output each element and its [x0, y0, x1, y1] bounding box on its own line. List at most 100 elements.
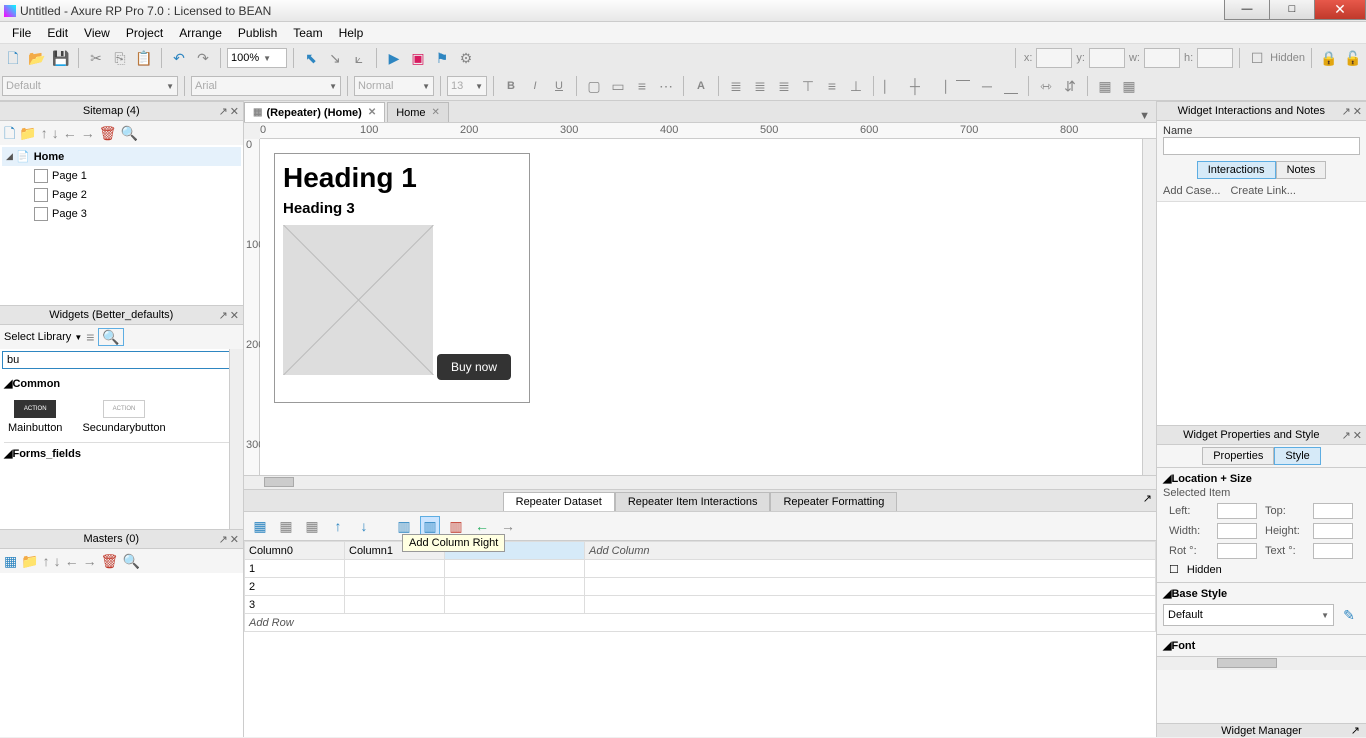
widget-secundarybutton[interactable]: ACTION Secundarybutton	[82, 400, 165, 434]
library-options-icon[interactable]: ≡	[86, 330, 94, 344]
align-center-button[interactable]: ≣	[749, 75, 771, 97]
panel-close-icon[interactable]: ✕	[1353, 105, 1362, 118]
menu-publish[interactable]: Publish	[230, 23, 285, 43]
font-weight-combo[interactable]: Normal▼	[354, 76, 434, 96]
master-search-icon[interactable]: 🔍	[122, 554, 139, 568]
back-button[interactable]: ▦	[1118, 75, 1140, 97]
canvas[interactable]: Heading 1 Heading 3 5 € Buy now	[260, 139, 1156, 475]
dataset-table[interactable]: Column0 Column1 Add Column 1 2 3 Add Row	[244, 540, 1156, 737]
align-left-button[interactable]: ≣	[725, 75, 747, 97]
add-page-icon[interactable]: 🗋	[4, 126, 15, 140]
width-input[interactable]	[1217, 523, 1257, 539]
lock-button[interactable]: 🔒	[1318, 47, 1340, 69]
master-move-up-icon[interactable]: ↑	[43, 554, 50, 568]
search-icon[interactable]: 🔍	[120, 126, 137, 140]
master-delete-icon[interactable]: 🗑	[101, 554, 119, 568]
textrot-input[interactable]	[1313, 543, 1353, 559]
section-base-style[interactable]: ◢ Base Style	[1163, 587, 1360, 600]
widget-mainbutton[interactable]: ACTION Mainbutton	[8, 400, 62, 434]
delete-row-icon[interactable]: ▦	[276, 516, 296, 536]
pos-w-field[interactable]	[1144, 48, 1180, 68]
add-col-right-icon[interactable]: ▥	[420, 516, 440, 536]
obj-align-left-button[interactable]: ⎸	[880, 75, 902, 97]
col-left-icon[interactable]: ←	[472, 516, 492, 536]
add-column-cell[interactable]: Add Column	[585, 542, 1156, 560]
publish-button[interactable]: ⚑	[431, 47, 453, 69]
preview-button[interactable]: ▶	[383, 47, 405, 69]
font-size-combo[interactable]: 13▼	[447, 76, 487, 96]
panel-close-icon[interactable]: ✕	[230, 533, 239, 546]
zoom-combo[interactable]: 100%▼	[227, 48, 287, 68]
master-move-down-icon[interactable]: ↓	[54, 554, 61, 568]
tree-node-home[interactable]: ◢📄 Home	[2, 147, 241, 166]
master-indent-icon[interactable]: →	[83, 554, 97, 568]
canvas-vscroll[interactable]	[1142, 139, 1156, 475]
tree-node-page2[interactable]: Page 2	[2, 185, 241, 204]
tab-properties[interactable]: Properties	[1202, 447, 1274, 465]
valign-top-button[interactable]: ⊤	[797, 75, 819, 97]
share-button[interactable]: ▣	[407, 47, 429, 69]
obj-align-bot-button[interactable]: ⎽	[1000, 75, 1022, 97]
hidden-checkbox[interactable]: ☐	[1246, 47, 1268, 69]
move-down-icon[interactable]: ↓	[52, 126, 59, 140]
canvas-hscroll[interactable]	[244, 475, 1156, 489]
top-input[interactable]	[1313, 503, 1353, 519]
repeater-widget[interactable]: Heading 1 Heading 3 5 € Buy now	[274, 153, 530, 403]
hidden-checkbox[interactable]: ☐	[1169, 563, 1179, 576]
master-outdent-icon[interactable]: ←	[65, 554, 79, 568]
create-link-link[interactable]: Create Link...	[1230, 185, 1295, 197]
add-row-icon[interactable]: ▦	[250, 516, 270, 536]
panel-popout-icon[interactable]: ↗	[1342, 429, 1351, 442]
generate-button[interactable]: ⚙	[455, 47, 477, 69]
rot-input[interactable]	[1217, 543, 1257, 559]
fill-color-button[interactable]: ▢	[583, 75, 605, 97]
tab-repeater-home[interactable]: ▦ (Repeater) (Home) ✕	[244, 102, 385, 122]
panel-popout-icon[interactable]: ↗	[219, 309, 228, 322]
pos-h-field[interactable]	[1197, 48, 1233, 68]
outdent-icon[interactable]: ←	[63, 126, 77, 140]
style-edit-icon[interactable]: ✎	[1338, 604, 1360, 626]
widget-name-input[interactable]	[1163, 137, 1360, 155]
tab-repeater-dataset[interactable]: Repeater Dataset	[503, 492, 615, 511]
add-master-folder-icon[interactable]: 📁	[21, 554, 38, 568]
widget-group-forms[interactable]: ◢ Forms_fields	[4, 442, 239, 462]
buy-now-button[interactable]: Buy now	[437, 354, 511, 380]
paste-button[interactable]: 📋	[133, 47, 155, 69]
undo-button[interactable]: ↶	[168, 47, 190, 69]
panel-popout-icon[interactable]: ↗	[219, 105, 228, 118]
underline-button[interactable]: U	[548, 75, 570, 97]
menu-edit[interactable]: Edit	[39, 23, 76, 43]
copy-button[interactable]: ⎘	[109, 47, 131, 69]
tab-close-icon[interactable]: ✕	[368, 107, 376, 118]
panel-close-icon[interactable]: ✕	[230, 309, 239, 322]
tab-style[interactable]: Style	[1274, 447, 1320, 465]
menu-file[interactable]: File	[4, 23, 39, 43]
minimize-button[interactable]: —	[1224, 0, 1270, 20]
delete-col-icon[interactable]: ▥	[446, 516, 466, 536]
add-master-icon[interactable]: ▦	[4, 554, 17, 568]
line-style-button[interactable]: ⋯	[655, 75, 677, 97]
tab-interactions[interactable]: Interactions	[1197, 161, 1276, 179]
widget-manager-footer[interactable]: Widget Manager ↗	[1157, 723, 1366, 737]
save-button[interactable]: 💾	[50, 47, 72, 69]
obj-align-center-button[interactable]: ┼	[904, 75, 926, 97]
add-row-cell[interactable]: Add Row	[245, 614, 1156, 632]
menu-view[interactable]: View	[76, 23, 118, 43]
align-right-button[interactable]: ≣	[773, 75, 795, 97]
panel-close-icon[interactable]: ✕	[1353, 429, 1362, 442]
menu-help[interactable]: Help	[331, 23, 372, 43]
menu-team[interactable]: Team	[285, 23, 330, 43]
tab-notes[interactable]: Notes	[1276, 161, 1327, 179]
panel-popout-icon[interactable]: ↗	[1143, 492, 1152, 505]
obj-align-right-button[interactable]: ⎹	[928, 75, 950, 97]
base-style-select[interactable]: Default▼	[1163, 604, 1334, 626]
pos-y-field[interactable]	[1089, 48, 1125, 68]
row-down-icon[interactable]: ↓	[354, 516, 374, 536]
row-up-icon[interactable]: ↑	[328, 516, 348, 536]
dist-v-button[interactable]: ⇵	[1059, 75, 1081, 97]
add-case-link[interactable]: Add Case...	[1163, 185, 1220, 197]
heading-1[interactable]: Heading 1	[283, 162, 521, 194]
panel-popout-icon[interactable]: ↗	[219, 533, 228, 546]
widgets-scrollbar[interactable]	[229, 349, 243, 529]
tab-overflow-icon[interactable]: ▼	[1133, 110, 1156, 122]
